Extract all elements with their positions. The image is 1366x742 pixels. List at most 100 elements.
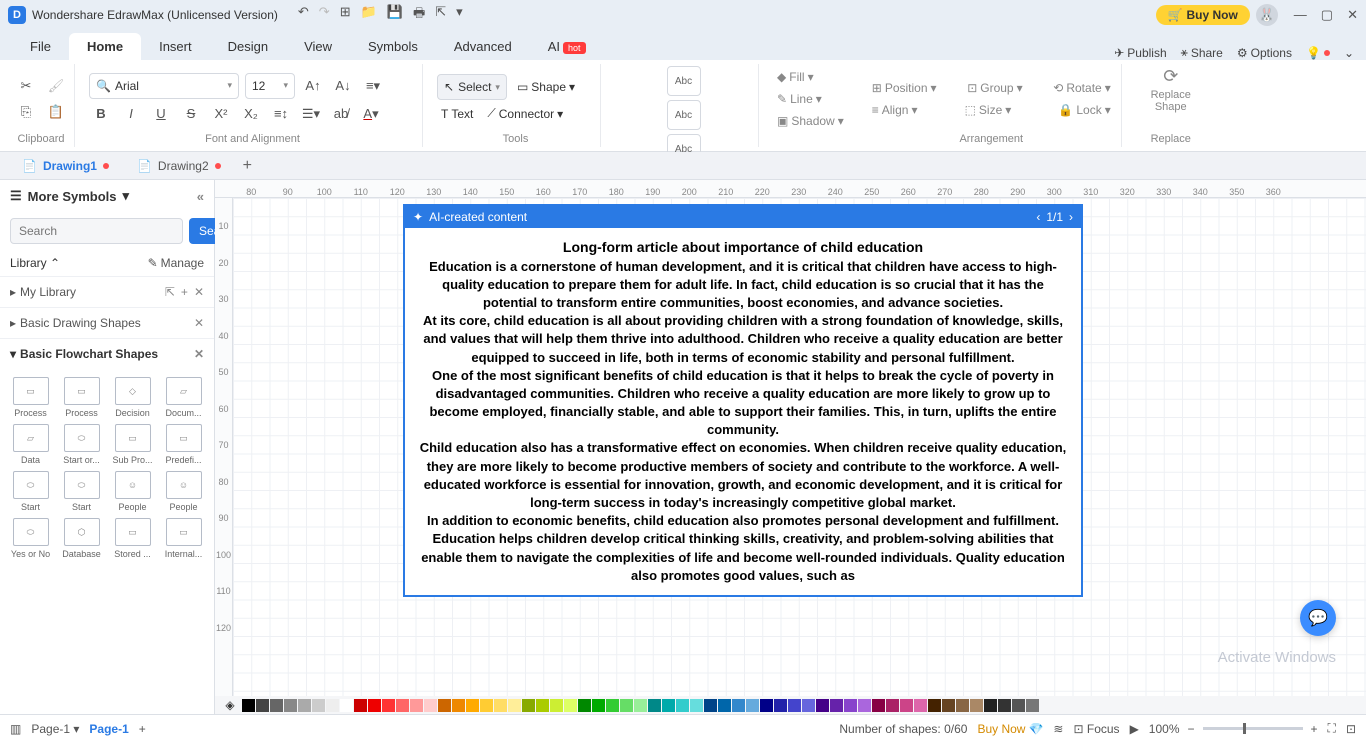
close-section-icon[interactable]: ✕ <box>194 347 204 361</box>
color-swatch[interactable] <box>242 699 255 712</box>
page-tab[interactable]: Page-1 <box>89 722 128 736</box>
ai-content-box[interactable]: ✦ AI-created content ‹ 1/1 › Long-form a… <box>403 204 1083 597</box>
shape-item[interactable]: ▱Data <box>8 424 53 465</box>
shape-item[interactable]: ⬭Yes or No <box>8 518 53 559</box>
color-swatch[interactable] <box>942 699 955 712</box>
new-icon[interactable]: ⊞ <box>340 4 351 26</box>
close-section-icon[interactable]: ✕ <box>194 285 204 299</box>
presentation-icon[interactable]: ▶ <box>1130 722 1139 736</box>
size-button[interactable]: ⬚ Size▾ <box>961 101 1016 119</box>
select-tool[interactable]: ↖ Select ▾ <box>437 74 507 100</box>
color-swatch[interactable] <box>788 699 801 712</box>
shape-tool[interactable]: ▭ Shape ▾ <box>513 78 579 96</box>
tab-file[interactable]: File <box>12 33 69 60</box>
color-swatch[interactable] <box>956 699 969 712</box>
color-swatch[interactable] <box>718 699 731 712</box>
color-swatch[interactable] <box>634 699 647 712</box>
buy-now-button[interactable]: 🛒 Buy Now <box>1156 5 1250 25</box>
shape-item[interactable]: ▭Predefi... <box>161 424 206 465</box>
tab-design[interactable]: Design <box>210 33 286 60</box>
export-icon[interactable]: ⇱ <box>435 4 446 26</box>
copy-icon[interactable]: ⎘ <box>14 101 38 123</box>
color-swatch[interactable] <box>858 699 871 712</box>
color-swatch[interactable] <box>676 699 689 712</box>
color-swatch[interactable] <box>802 699 815 712</box>
color-swatch[interactable] <box>872 699 885 712</box>
color-swatch[interactable] <box>648 699 661 712</box>
chat-fab[interactable]: 💬 <box>1300 600 1336 636</box>
align-button[interactable]: ≡ Align▾ <box>868 101 922 119</box>
options-button[interactable]: ⚙ Options <box>1237 46 1292 60</box>
tab-home[interactable]: Home <box>69 33 141 60</box>
zoom-out-icon[interactable]: − <box>1188 722 1195 736</box>
color-swatch[interactable] <box>298 699 311 712</box>
color-swatch[interactable] <box>354 699 367 712</box>
focus-button[interactable]: ⊡ Focus <box>1073 722 1119 736</box>
style-preview-2[interactable]: Abc <box>667 100 701 130</box>
color-swatch[interactable] <box>886 699 899 712</box>
add-icon[interactable]: + <box>181 285 188 299</box>
buy-now-status[interactable]: Buy Now 💎 <box>977 722 1043 736</box>
collapse-ribbon-icon[interactable]: ⌄ <box>1344 46 1354 60</box>
color-swatch[interactable] <box>914 699 927 712</box>
color-swatch[interactable] <box>270 699 283 712</box>
zoom-level[interactable]: 100% <box>1149 722 1180 736</box>
color-swatch[interactable] <box>816 699 829 712</box>
doctab-drawing1[interactable]: 📄 Drawing1 <box>8 155 123 177</box>
canvas[interactable]: ✦ AI-created content ‹ 1/1 › Long-form a… <box>233 198 1366 696</box>
tab-advanced[interactable]: Advanced <box>436 33 530 60</box>
color-swatch[interactable] <box>522 699 535 712</box>
close-section-icon[interactable]: ✕ <box>194 316 204 330</box>
color-swatch[interactable] <box>746 699 759 712</box>
color-swatch[interactable] <box>480 699 493 712</box>
publish-button[interactable]: ✈ Publish <box>1114 46 1166 60</box>
cut-icon[interactable]: ✂ <box>14 75 38 97</box>
doctab-drawing2[interactable]: 📄 Drawing2 <box>123 155 235 177</box>
zoom-slider[interactable] <box>1203 727 1303 730</box>
qat-more-icon[interactable]: ▾ <box>456 4 463 26</box>
color-swatch[interactable] <box>550 699 563 712</box>
color-swatch[interactable] <box>620 699 633 712</box>
shape-item[interactable]: ⬡Database <box>59 518 104 559</box>
add-page-icon[interactable]: + <box>139 722 146 736</box>
minimize-icon[interactable]: — <box>1294 7 1307 23</box>
open-icon[interactable]: 📁 <box>361 4 377 26</box>
connector-tool[interactable]: ⟋ Connector ▾ <box>483 104 567 123</box>
collapse-panel-icon[interactable]: « <box>197 189 204 204</box>
line-spacing-icon[interactable]: ≡↕ <box>269 103 293 125</box>
color-swatch[interactable] <box>928 699 941 712</box>
color-swatch[interactable] <box>592 699 605 712</box>
replace-shape-button[interactable]: ⟳ Replace Shape <box>1136 66 1206 113</box>
shape-item[interactable]: ▱Docum... <box>161 377 206 418</box>
share-button[interactable]: ⚹ Share <box>1181 45 1223 60</box>
position-button[interactable]: ⊞ Position▾ <box>868 79 941 97</box>
color-swatch[interactable] <box>424 699 437 712</box>
notification-icon[interactable]: 💡 <box>1306 46 1330 60</box>
shape-item[interactable]: ▭Process <box>8 377 53 418</box>
strike-icon[interactable]: S <box>179 103 203 125</box>
color-picker-icon[interactable]: ◈ <box>223 698 237 712</box>
color-swatch[interactable] <box>830 699 843 712</box>
import-icon[interactable]: ⇱ <box>165 285 175 299</box>
font-color-icon[interactable]: A▾ <box>359 103 383 125</box>
search-input[interactable] <box>10 218 183 244</box>
increase-font-icon[interactable]: A↑ <box>301 75 325 97</box>
color-swatch[interactable] <box>340 699 353 712</box>
tab-symbols[interactable]: Symbols <box>350 33 436 60</box>
redo-icon[interactable]: ↷ <box>319 4 330 26</box>
shape-item[interactable]: ▭Stored ... <box>110 518 155 559</box>
user-avatar[interactable]: 🐰 <box>1256 4 1278 26</box>
line-button[interactable]: ✎ Line ▾ <box>773 90 848 108</box>
color-swatch[interactable] <box>900 699 913 712</box>
color-swatch[interactable] <box>564 699 577 712</box>
color-swatch[interactable] <box>1012 699 1025 712</box>
underline-icon[interactable]: U <box>149 103 173 125</box>
shape-item[interactable]: ▭Process <box>59 377 104 418</box>
add-tab-icon[interactable]: + <box>235 157 260 175</box>
color-swatch[interactable] <box>438 699 451 712</box>
subscript-icon[interactable]: X₂ <box>239 103 263 125</box>
tab-view[interactable]: View <box>286 33 350 60</box>
tab-insert[interactable]: Insert <box>141 33 210 60</box>
close-icon[interactable]: ✕ <box>1347 7 1358 23</box>
page-list-icon[interactable]: ▥ <box>10 722 21 736</box>
